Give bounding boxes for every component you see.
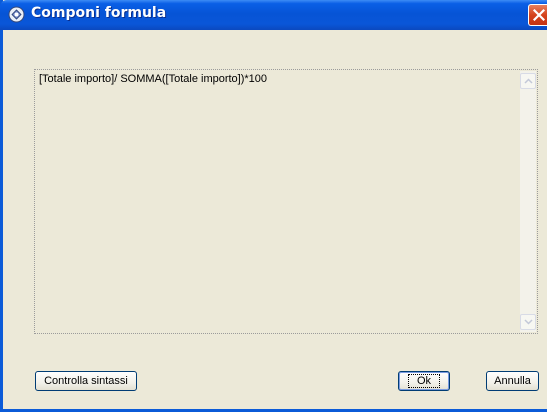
cancel-button[interactable]: Annulla	[486, 371, 539, 391]
title-bar[interactable]: Componi formula	[0, 0, 547, 30]
check-syntax-button[interactable]: Controlla sintassi	[35, 371, 137, 391]
formula-text-area[interactable]: [Totale importo]/ SOMMA([Totale importo]…	[34, 69, 538, 334]
scroll-down-button[interactable]	[520, 314, 536, 330]
chevron-down-icon	[524, 319, 533, 325]
formula-icon	[8, 6, 25, 23]
window-title: Componi formula	[31, 5, 167, 21]
check-syntax-label: Controlla sintassi	[44, 375, 128, 387]
vertical-scrollbar[interactable]	[520, 71, 536, 332]
close-icon	[533, 9, 545, 21]
ok-label: Ok	[407, 374, 441, 388]
cancel-label: Annulla	[494, 375, 531, 387]
compose-formula-dialog: Componi formula [Totale importo]/ SOMMA(…	[0, 0, 547, 412]
chevron-up-icon	[524, 78, 533, 84]
formula-text: [Totale importo]/ SOMMA([Totale importo]…	[39, 73, 268, 85]
close-button[interactable]	[528, 4, 547, 26]
scroll-up-button[interactable]	[520, 73, 536, 89]
ok-button[interactable]: Ok	[398, 371, 450, 391]
